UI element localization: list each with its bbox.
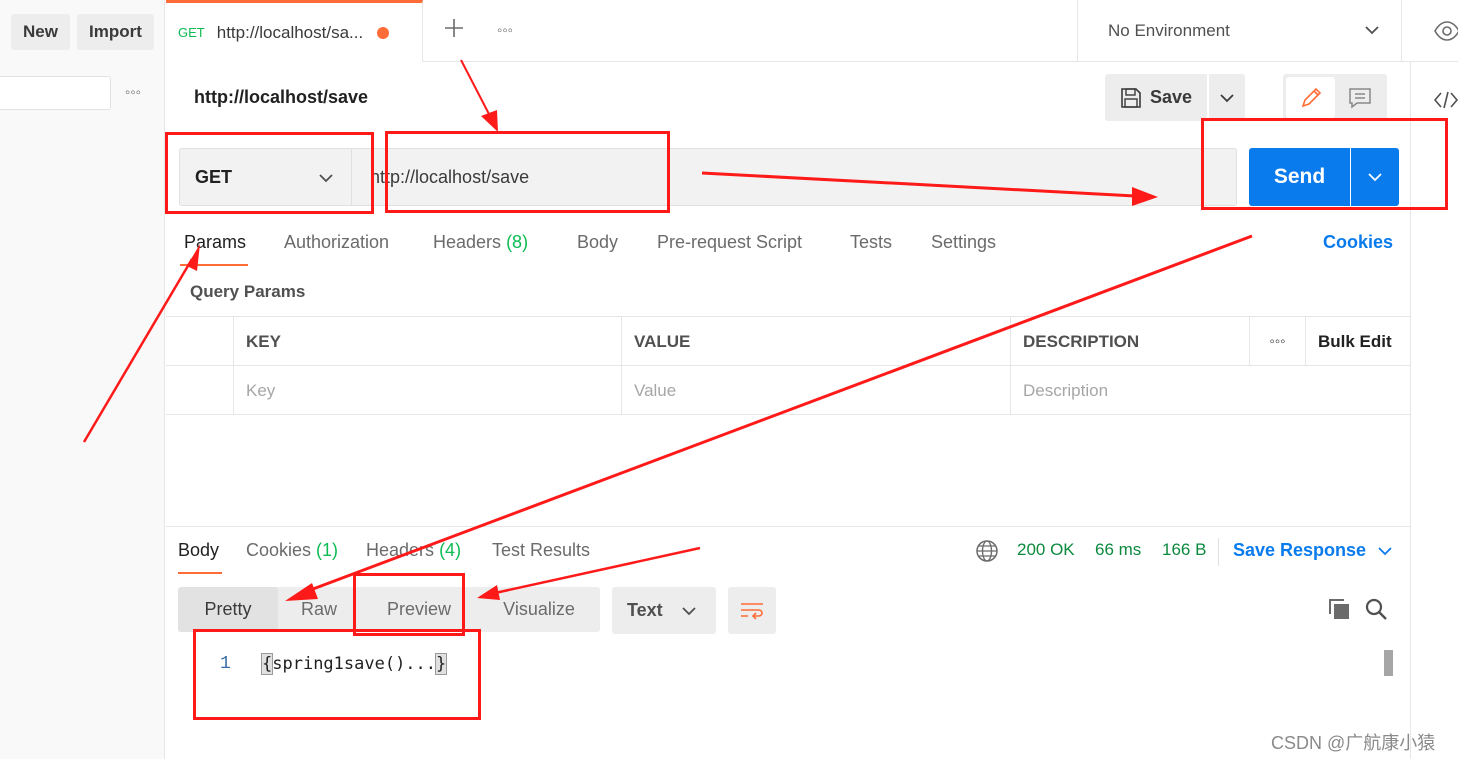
response-divider[interactable] (166, 526, 1410, 527)
response-tab-cookies[interactable]: Cookies (1) (246, 540, 338, 561)
wrap-text-icon (741, 602, 763, 620)
view-mode-toggle (1283, 74, 1387, 121)
annotation-arrow-head (481, 110, 498, 132)
bulk-edit-button[interactable]: Bulk Edit (1305, 317, 1410, 366)
column-header-description: DESCRIPTION (1010, 317, 1249, 366)
save-options-button[interactable] (1209, 74, 1245, 121)
response-tab-body[interactable]: Body (178, 540, 219, 561)
status-code[interactable]: 200 OK (1017, 540, 1075, 560)
description-input[interactable]: Description (1010, 366, 1410, 415)
column-header-value: VALUE (621, 317, 1010, 366)
response-tab-cookies-count: (1) (316, 540, 339, 560)
sidebar: New Import ◦◦◦ (0, 0, 165, 759)
chevron-down-icon (1378, 546, 1392, 555)
environment-select[interactable]: No Environment (1077, 0, 1402, 62)
tab-headers-label: Headers (433, 232, 502, 252)
unsaved-dot-icon (377, 26, 390, 39)
chevron-down-icon (1365, 26, 1379, 35)
code-snippet-icon[interactable] (1433, 90, 1458, 115)
column-header-key: KEY (233, 317, 621, 366)
tab-headers-count: (8) (506, 232, 529, 252)
table-header-row: KEY VALUE DESCRIPTION ◦◦◦ Bulk Edit (166, 317, 1410, 366)
active-tab-indicator (180, 264, 248, 266)
tab-params[interactable]: Params (184, 232, 246, 253)
tab-headers[interactable]: Headers (8) (433, 232, 528, 253)
copy-icon[interactable] (1327, 597, 1351, 626)
eye-icon[interactable] (1434, 20, 1458, 47)
response-time[interactable]: 66 ms (1095, 540, 1141, 560)
language-select[interactable]: Text (612, 587, 716, 634)
annotation-arrow (460, 59, 491, 117)
globe-icon[interactable] (975, 539, 999, 568)
pencil-icon (1301, 87, 1321, 107)
value-input[interactable]: Value (621, 366, 1010, 415)
plus-icon[interactable] (443, 17, 465, 44)
annotation-box-url (385, 131, 670, 213)
format-raw-button[interactable]: Raw (278, 587, 360, 632)
language-label: Text (627, 600, 663, 620)
save-button[interactable]: Save (1105, 74, 1207, 121)
format-pretty-button[interactable]: Pretty (178, 587, 278, 632)
annotation-box-send (1201, 118, 1448, 210)
tab-method-badge: GET (178, 25, 205, 40)
sidebar-more-icon[interactable]: ◦◦◦ (125, 84, 141, 101)
tabs-more-icon[interactable]: ◦◦◦ (497, 22, 513, 39)
save-label: Save (1149, 87, 1193, 107)
chevron-down-icon (1220, 93, 1234, 102)
new-button[interactable]: New (11, 14, 70, 50)
response-tab-headers-label: Headers (366, 540, 435, 560)
response-tab-cookies-label: Cookies (246, 540, 312, 560)
tab-title: http://localhost/sa... (216, 22, 364, 42)
tab-body[interactable]: Body (577, 232, 618, 253)
save-response-label: Save Response (1233, 540, 1367, 560)
environment-label: No Environment (1108, 21, 1230, 40)
table-more-icon[interactable]: ◦◦◦ (1249, 317, 1305, 366)
annotation-box-response (193, 629, 481, 720)
tab-authorization[interactable]: Authorization (284, 232, 389, 253)
wrap-lines-button[interactable] (728, 587, 776, 634)
tab-pre-request-script[interactable]: Pre-request Script (657, 232, 802, 253)
table-row: Key Value Description (166, 366, 1410, 415)
save-response-button[interactable]: Save Response (1233, 540, 1392, 561)
active-tab-indicator (178, 572, 222, 574)
chevron-down-icon (682, 607, 696, 616)
comments-mode-button[interactable] (1335, 77, 1384, 118)
tab-bar: GET http://localhost/sa... ◦◦◦ No Enviro… (166, 0, 1458, 62)
request-tab-active[interactable]: GET http://localhost/sa... (166, 0, 423, 62)
save-icon (1121, 87, 1141, 108)
format-visualize-button[interactable]: Visualize (478, 587, 600, 632)
edit-mode-button[interactable] (1286, 77, 1335, 118)
comment-icon (1348, 87, 1371, 109)
tab-tests[interactable]: Tests (850, 232, 892, 253)
annotation-box-preview (353, 573, 465, 636)
response-size[interactable]: 166 B (1162, 540, 1206, 560)
tab-settings[interactable]: Settings (931, 232, 996, 253)
scrollbar[interactable] (1384, 650, 1393, 676)
request-title[interactable]: http://localhost/save (194, 87, 368, 108)
response-tab-headers[interactable]: Headers (4) (366, 540, 461, 561)
response-tab-test-results[interactable]: Test Results (492, 540, 590, 561)
response-tab-headers-count: (4) (439, 540, 462, 560)
sidebar-search-input[interactable] (0, 76, 111, 110)
cookies-link[interactable]: Cookies (1323, 232, 1393, 253)
divider (1218, 538, 1219, 566)
import-button[interactable]: Import (77, 14, 154, 50)
query-params-title: Query Params (190, 282, 306, 301)
annotation-box-method (165, 132, 374, 214)
search-icon[interactable] (1364, 597, 1388, 626)
params-table: KEY VALUE DESCRIPTION ◦◦◦ Bulk Edit Key … (166, 316, 1410, 415)
watermark: CSDN @广航康小猿 (1271, 733, 1436, 753)
key-input[interactable]: Key (233, 366, 621, 415)
